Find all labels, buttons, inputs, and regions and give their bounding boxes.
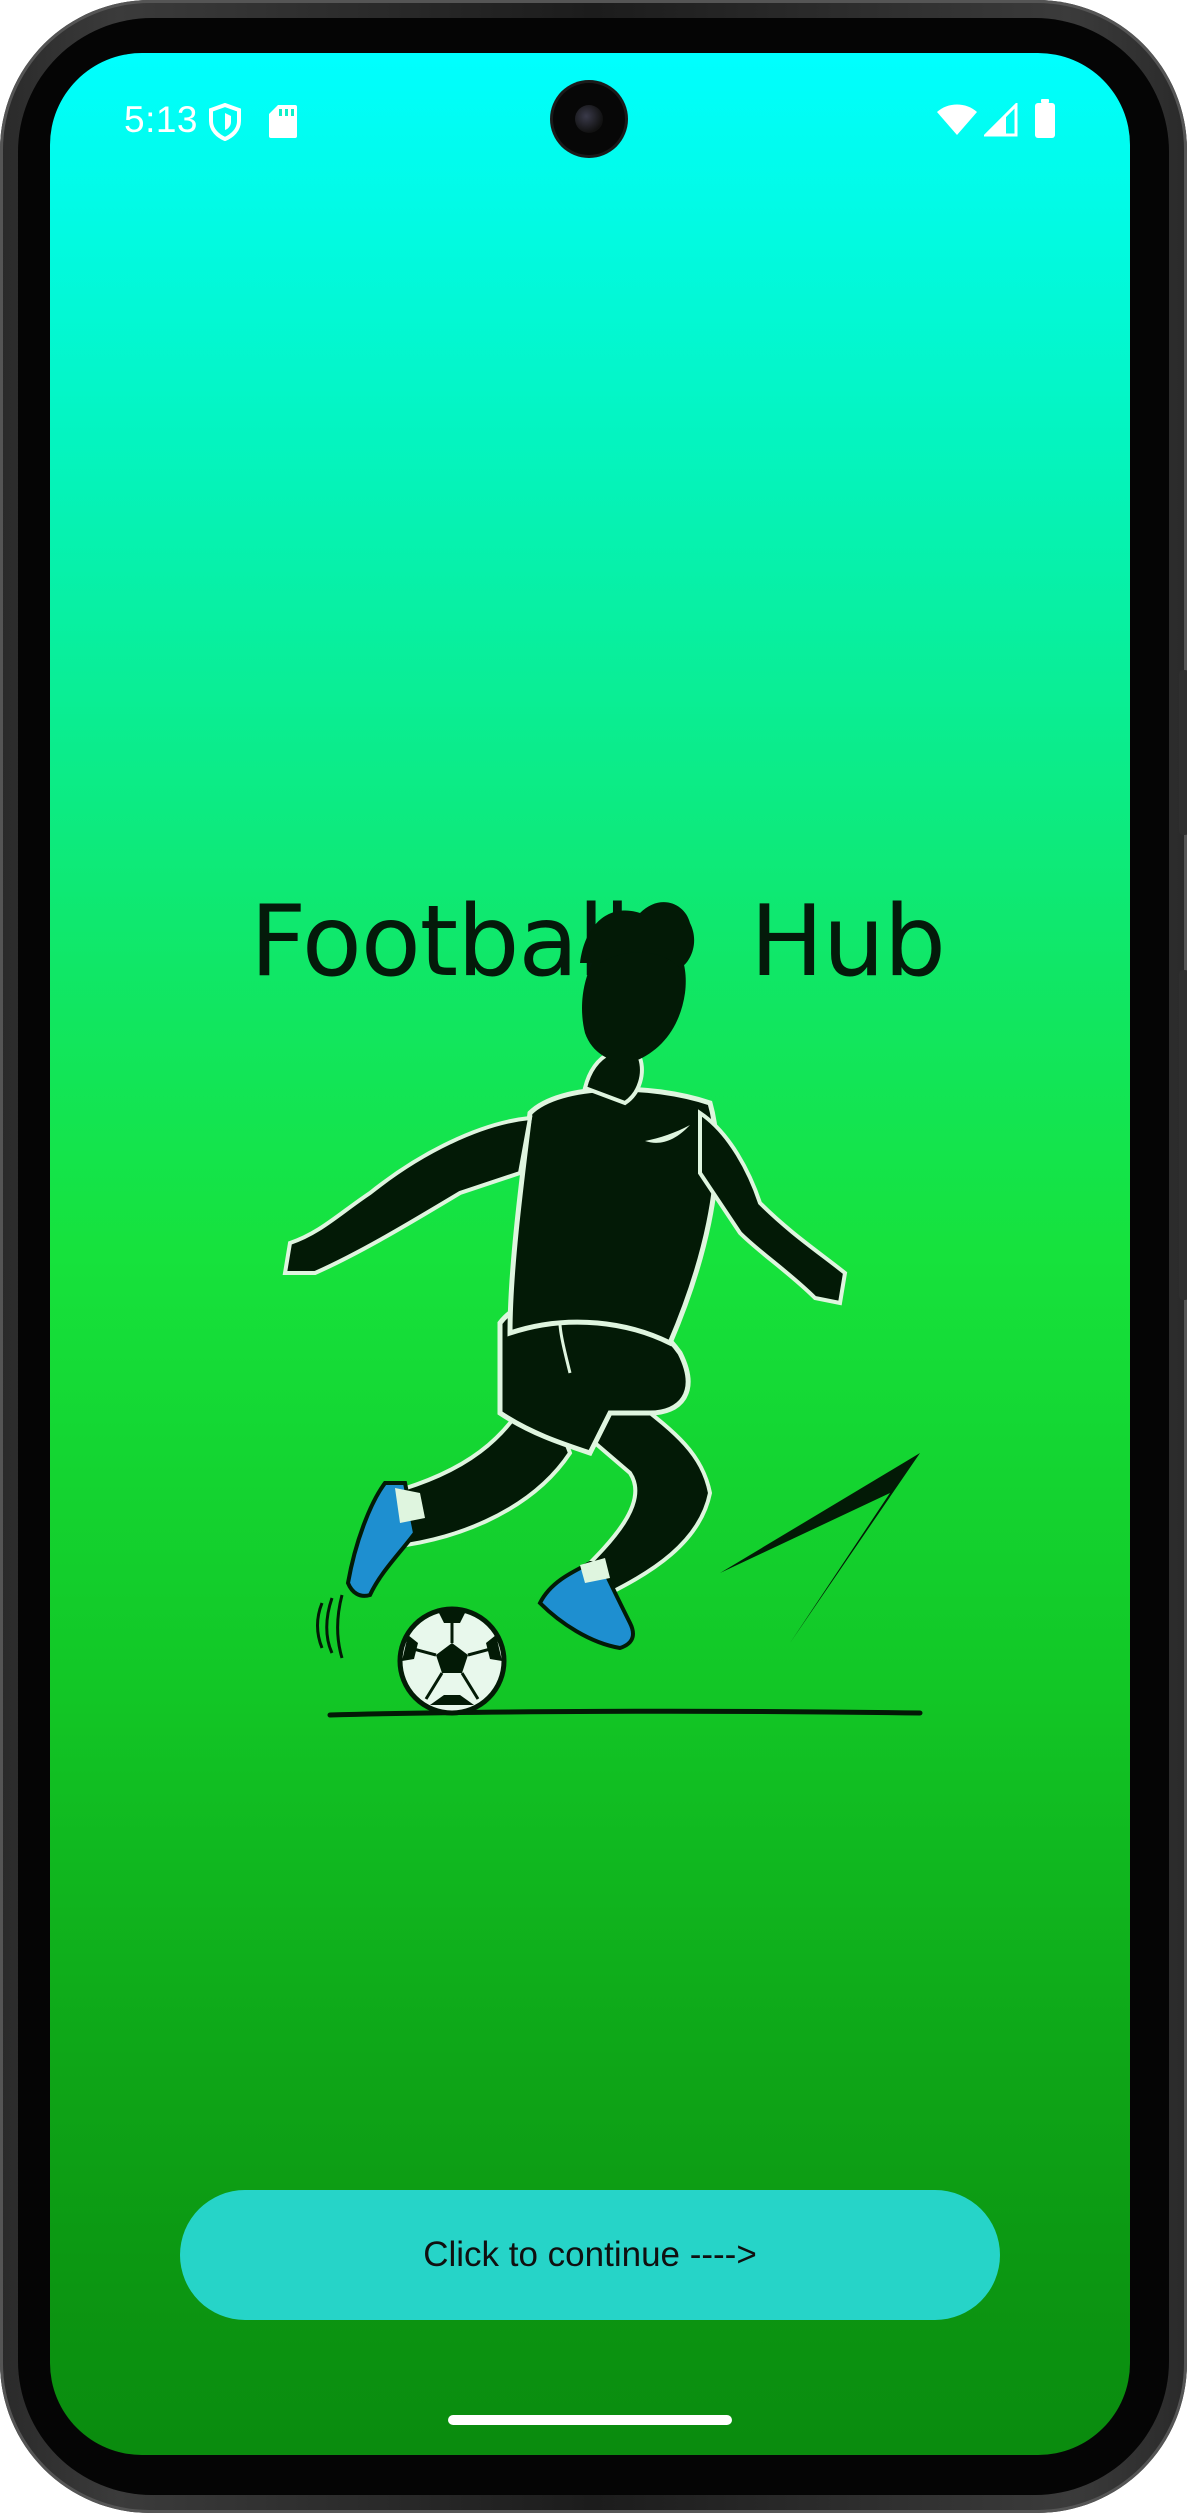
home-indicator[interactable]: [448, 2415, 732, 2425]
soccer-ball-icon: [397, 1606, 507, 1716]
motion-lines: [316, 1594, 344, 1659]
app-screen: 5:13 Football Hub Click to continue ----…: [50, 53, 1130, 2455]
continue-button[interactable]: Click to continue ---->: [180, 2190, 1000, 2320]
volume-button: [1179, 970, 1187, 1300]
football-player-illustration: [282, 902, 923, 1718]
hero-section: Football Hub: [50, 53, 1130, 2455]
power-button: [1179, 670, 1187, 835]
phone-frame: 5:13 Football Hub Click to continue ----…: [0, 0, 1187, 2513]
kick-speed-lines: [720, 1453, 920, 1643]
